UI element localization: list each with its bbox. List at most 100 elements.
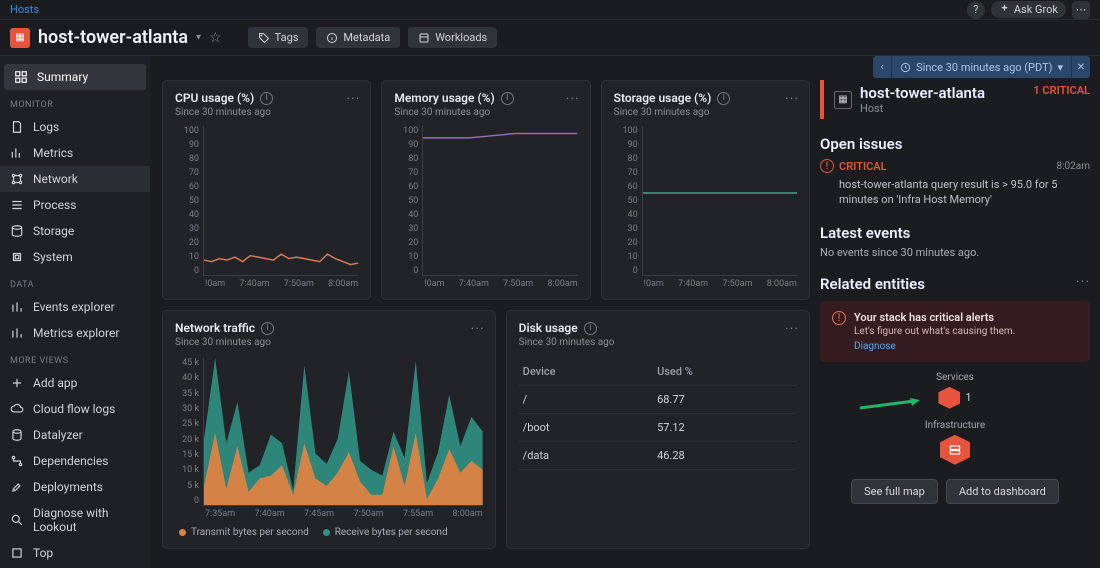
host-name: host-tower-atlanta <box>860 84 985 102</box>
host-badge-icon: ▦ <box>10 28 30 48</box>
host-header: ▦ host-tower-atlanta Host 1 CRITICAL <box>820 80 1090 119</box>
latest-events-title: Latest events <box>820 224 1090 242</box>
star-icon[interactable]: ☆ <box>209 30 222 46</box>
kebab-icon[interactable]: ··· <box>471 321 485 337</box>
memory-usage-card: Memory usage (%) i ··· Since 30 minutes … <box>381 80 590 300</box>
file-icon <box>10 120 24 134</box>
chevron-down-icon[interactable]: ▾ <box>196 32 201 43</box>
host-icon: ▦ <box>834 91 852 109</box>
cloud-icon <box>10 402 24 416</box>
storage-chart[interactable] <box>642 126 797 276</box>
kebab-icon[interactable]: ··· <box>785 91 799 107</box>
bar-icon <box>10 326 24 340</box>
list-icon <box>10 198 24 212</box>
metadata-button[interactable]: Metadata <box>316 27 400 48</box>
info-icon[interactable]: i <box>717 92 730 105</box>
sidebar-item-metrics[interactable]: Metrics <box>0 140 150 166</box>
info-icon <box>326 32 338 44</box>
grid-icon <box>14 70 28 84</box>
network-legend: Transmit bytes per second Receive bytes … <box>175 527 483 538</box>
network-chart[interactable] <box>203 358 483 506</box>
card-title: CPU usage (%) <box>175 91 254 105</box>
branch-icon <box>10 454 24 468</box>
chart-icon <box>10 146 24 160</box>
timerange-picker[interactable]: ‹ Since 30 minutes ago (PDT) ▾ ✕ <box>873 56 1090 78</box>
critical-badge: ! CRITICAL <box>820 159 887 173</box>
info-icon[interactable]: i <box>260 92 273 105</box>
alert-icon: ! <box>832 311 846 325</box>
sidebar-item-top[interactable]: Top <box>0 540 150 566</box>
y-axis: 1009080706050403020100 <box>175 126 203 276</box>
sidebar-item-metrics-explorer[interactable]: Metrics explorer <box>0 320 150 346</box>
chevron-down-icon: ▾ <box>1057 61 1063 74</box>
sidebar-item-network[interactable]: Network <box>0 166 150 192</box>
sidebar-item-storage[interactable]: Storage <box>0 218 150 244</box>
arrow-annotation <box>860 398 920 412</box>
kebab-icon[interactable]: ··· <box>785 321 799 337</box>
server-icon <box>948 443 962 457</box>
info-icon[interactable]: i <box>501 92 514 105</box>
sidebar-item-cloud-flow-logs[interactable]: Cloud flow logs <box>0 396 150 422</box>
side-panel: ▦ host-tower-atlanta Host 1 CRITICAL Ope… <box>820 80 1090 558</box>
sidebar-item-events-explorer[interactable]: Events explorer <box>0 294 150 320</box>
info-icon[interactable]: i <box>584 322 597 335</box>
see-full-map-button[interactable]: See full map <box>851 479 938 504</box>
diagnose-link[interactable]: Diagnose <box>854 341 1015 352</box>
sidebar-section-monitor: MONITOR <box>0 90 150 114</box>
sidebar-item-diagnose-lookout[interactable]: Diagnose with Lookout <box>0 500 150 540</box>
service-node[interactable] <box>938 387 960 409</box>
storage-usage-card: Storage usage (%) i ··· Since 30 minutes… <box>601 80 810 300</box>
no-events-text: No events since 30 minutes ago. <box>820 246 1090 259</box>
sidebar-item-system[interactable]: System <box>0 244 150 270</box>
ask-grok-button[interactable]: Ask Grok <box>991 1 1066 18</box>
sidebar-item-logs[interactable]: Logs <box>0 114 150 140</box>
infra-node[interactable] <box>940 435 970 465</box>
tag-icon <box>258 32 270 44</box>
help-icon[interactable]: ? <box>967 1 985 19</box>
critical-count: 1 CRITICAL <box>1033 84 1090 97</box>
network-icon <box>10 172 24 186</box>
timerange-close[interactable]: ✕ <box>1072 56 1090 78</box>
x-axis: !0am7:40am7:50am8:00am <box>175 279 358 289</box>
timerange-prev[interactable]: ‹ <box>873 56 891 78</box>
workloads-button[interactable]: Workloads <box>408 27 497 48</box>
disk-usage-card: Disk usage i ··· Since 30 minutes ago De… <box>506 310 810 549</box>
issue-description: host-tower-atlanta query result is > 95.… <box>839 177 1090 208</box>
kebab-icon[interactable]: ··· <box>566 91 580 107</box>
sidebar-item-datalyzer[interactable]: Datalyzer <box>0 422 150 448</box>
add-to-dashboard-button[interactable]: Add to dashboard <box>946 479 1059 504</box>
sidebar-section-more: MORE VIEWS <box>0 346 150 370</box>
kebab-icon[interactable]: ··· <box>1076 274 1090 290</box>
table-row[interactable]: /68.77 <box>519 386 797 414</box>
sidebar-item-summary[interactable]: Summary <box>4 64 146 90</box>
extra-icon[interactable]: ⋯ <box>1072 1 1090 19</box>
disk-table: DeviceUsed % /68.77 /boot57.12 /data46.2… <box>519 358 797 470</box>
memory-chart[interactable] <box>422 126 577 276</box>
table-row[interactable]: /data46.28 <box>519 442 797 470</box>
rocket-icon <box>10 480 24 494</box>
disk-icon <box>10 224 24 238</box>
cpu-icon <box>10 250 24 264</box>
timerange-label: Since 30 minutes ago (PDT) <box>916 61 1052 74</box>
sidebar-item-deployments[interactable]: Deployments <box>0 474 150 500</box>
cpu-usage-card: CPU usage (%) i ··· Since 30 minutes ago… <box>162 80 371 300</box>
related-entities-title: Related entities <box>820 275 925 293</box>
dot-icon <box>323 529 330 536</box>
sidebar-item-process[interactable]: Process <box>0 192 150 218</box>
sidebar-item-add-app[interactable]: Add app <box>0 370 150 396</box>
kebab-icon[interactable]: ··· <box>346 91 360 107</box>
issue-card[interactable]: ! CRITICAL 8:02am host-tower-atlanta que… <box>820 159 1090 208</box>
tags-button[interactable]: Tags <box>248 27 309 48</box>
breadcrumb-hosts[interactable]: Hosts <box>10 3 39 16</box>
cpu-chart[interactable] <box>203 126 358 276</box>
info-icon[interactable]: i <box>261 322 274 335</box>
plus-icon <box>10 376 24 390</box>
box-icon <box>418 32 430 44</box>
infra-label: Infrastructure <box>820 420 1090 431</box>
open-issues-title: Open issues <box>820 135 1090 153</box>
sidebar-item-dependencies[interactable]: Dependencies <box>0 448 150 474</box>
network-traffic-card: Network traffic i ··· Since 30 minutes a… <box>162 310 496 549</box>
dot-icon <box>179 529 186 536</box>
table-row[interactable]: /boot57.12 <box>519 414 797 442</box>
ask-grok-label: Ask Grok <box>1014 3 1058 16</box>
